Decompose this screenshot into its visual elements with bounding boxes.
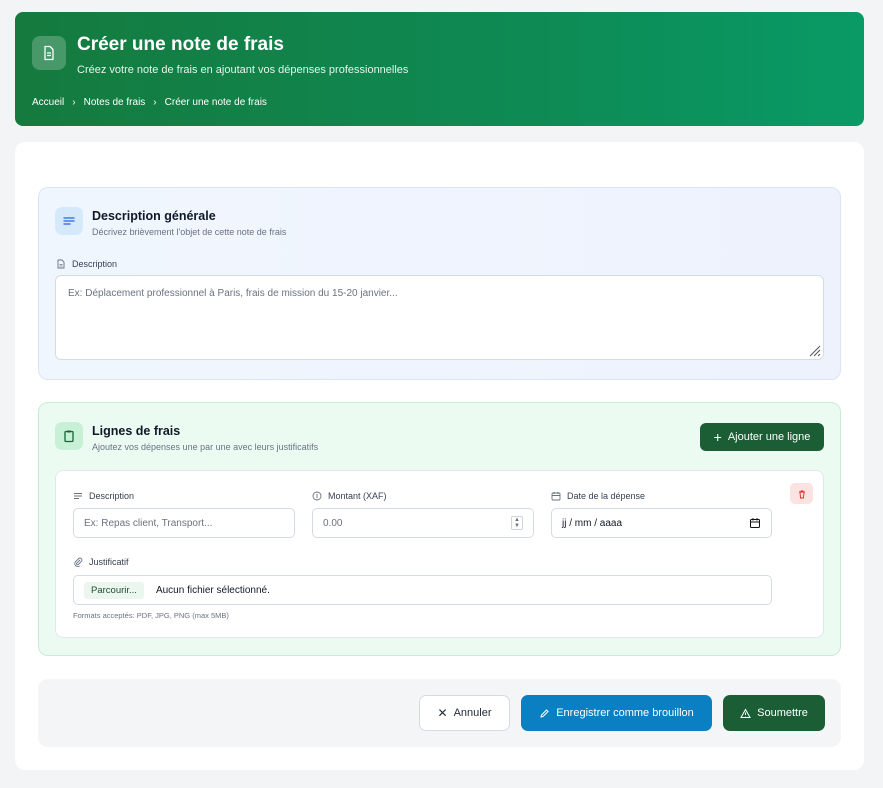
resize-handle-icon[interactable] xyxy=(807,343,821,357)
calendar-picker-icon[interactable] xyxy=(749,517,761,529)
page-title: Créer une note de frais xyxy=(77,34,284,55)
amount-label: Montant (XAF) xyxy=(312,491,387,501)
description-textarea[interactable]: Ex: Déplacement professionnel à Paris, f… xyxy=(55,275,824,360)
cancel-button[interactable]: ✕ Annuler xyxy=(419,695,510,731)
align-left-icon xyxy=(74,493,82,499)
section-title: Description générale xyxy=(92,209,216,223)
description-label: Description xyxy=(56,259,117,269)
delete-line-button[interactable] xyxy=(790,483,813,504)
paperclip-icon xyxy=(74,557,83,567)
proof-label: Justificatif xyxy=(73,557,129,567)
line-description-input[interactable]: Ex: Repas client, Transport... xyxy=(73,508,295,538)
breadcrumb-expense-notes[interactable]: Notes de frais xyxy=(84,97,146,108)
send-icon xyxy=(740,707,751,718)
section-subtitle: Ajoutez vos dépenses une par une avec le… xyxy=(92,442,319,452)
pencil-icon xyxy=(540,708,549,718)
file-icon xyxy=(57,259,65,269)
breadcrumb-home[interactable]: Accueil xyxy=(32,97,64,108)
breadcrumb-current: Créer une note de frais xyxy=(164,97,267,108)
form-card: Description générale Décrivez brièvement… xyxy=(15,142,864,770)
trash-icon xyxy=(798,490,805,498)
formats-hint: Formats acceptés: PDF, JPG, PNG (max 5MB… xyxy=(73,611,229,620)
page-header: Créer une note de frais Créez votre note… xyxy=(15,12,864,126)
expense-line-row: Description Ex: Repas client, Transport.… xyxy=(55,470,824,638)
date-input[interactable]: jj / mm / aaaa xyxy=(551,508,772,538)
align-left-icon xyxy=(55,207,83,235)
chevron-right-icon: › xyxy=(72,97,76,108)
add-line-button[interactable]: + Ajouter une ligne xyxy=(700,423,824,451)
browse-button[interactable]: Parcourir... xyxy=(84,581,144,599)
submit-button[interactable]: Soumettre xyxy=(723,695,825,731)
plus-icon: + xyxy=(713,429,722,445)
calendar-icon xyxy=(551,492,561,501)
page-subtitle: Créez votre note de frais en ajoutant vo… xyxy=(77,64,409,76)
line-description-label: Description xyxy=(73,491,134,501)
document-icon xyxy=(32,36,66,70)
amount-input[interactable]: 0.00 ▲ ▼ xyxy=(312,508,534,538)
coin-icon xyxy=(312,491,322,501)
clipboard-icon xyxy=(55,422,83,450)
number-stepper-icon[interactable]: ▲ ▼ xyxy=(511,516,523,530)
section-subtitle: Décrivez brièvement l'objet de cette not… xyxy=(92,227,287,237)
section-title: Lignes de frais xyxy=(92,424,181,438)
expense-lines-section: Lignes de frais Ajoutez vos dépenses une… xyxy=(38,402,841,656)
close-icon: ✕ xyxy=(437,706,448,720)
date-label: Date de la dépense xyxy=(551,491,645,501)
save-draft-button[interactable]: Enregistrer comme brouillon xyxy=(521,695,712,731)
form-actions: ✕ Annuler Enregistrer comme brouillon So… xyxy=(38,679,841,747)
general-description-section: Description générale Décrivez brièvement… xyxy=(38,187,841,380)
file-input[interactable]: Parcourir... Aucun fichier sélectionné. xyxy=(73,575,772,605)
no-file-text: Aucun fichier sélectionné. xyxy=(155,584,270,596)
description-placeholder: Ex: Déplacement professionnel à Paris, f… xyxy=(68,288,398,299)
chevron-right-icon: › xyxy=(153,97,157,108)
breadcrumb: Accueil › Notes de frais › Créer une not… xyxy=(32,97,267,108)
